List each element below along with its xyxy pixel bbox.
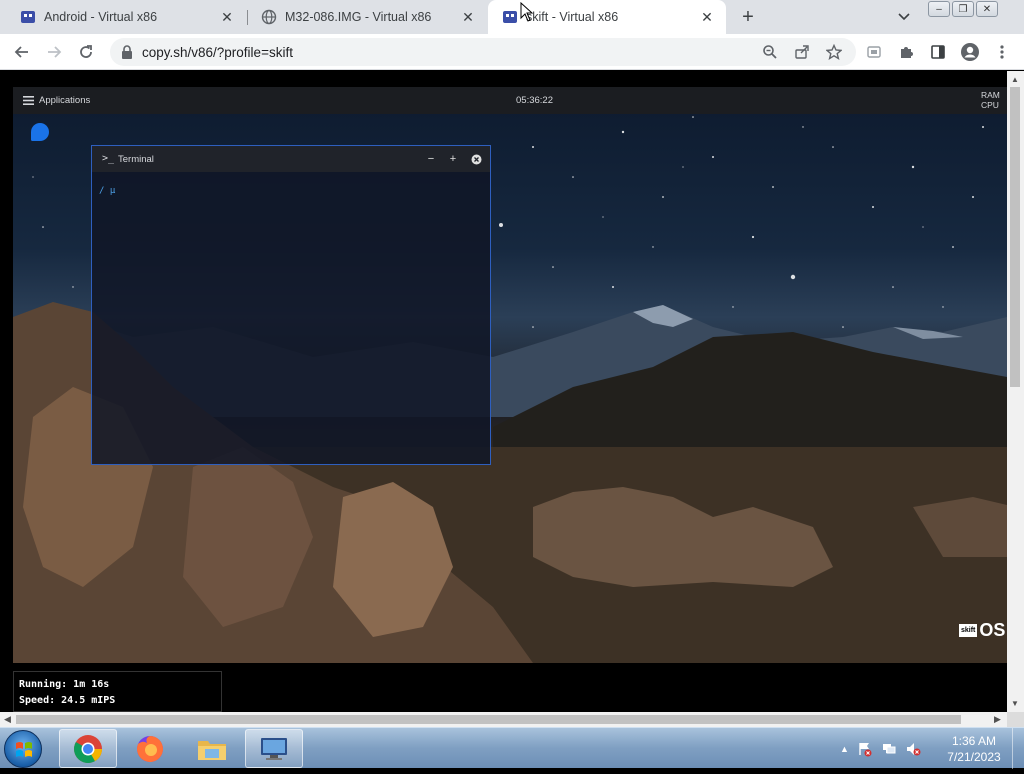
applications-menu-button[interactable]: Applications (23, 95, 90, 106)
scrollbar-corner (1007, 712, 1024, 727)
remote-desktop-icon (261, 737, 287, 760)
screen-capture-icon[interactable] (862, 40, 886, 64)
skift-os-logo: skift OS (959, 620, 1005, 641)
terminal-title: Terminal (118, 154, 154, 165)
maximize-button[interactable]: ❐ (952, 1, 974, 17)
terminal-close-icon[interactable] (468, 151, 484, 167)
show-desktop-button[interactable] (1012, 728, 1024, 769)
zoom-icon[interactable] (758, 40, 782, 64)
tab-title: M32-086.IMG - Virtual x86 (285, 10, 432, 24)
taskbar-time: 1:36 AM (951, 734, 997, 748)
system-tray: ▲ (840, 728, 921, 769)
ram-label: RAM (981, 90, 1000, 100)
terminal-prompt[interactable]: / µ (99, 186, 115, 196)
skift-top-panel: Applications 05:36:22 RAM CPU (13, 87, 1007, 114)
vertical-scrollbar[interactable]: ▲ ▼ (1007, 71, 1024, 712)
emulator-screen[interactable]: Applications 05:36:22 RAM CPU >_ Termina… (13, 87, 1007, 663)
reload-icon[interactable] (74, 40, 98, 64)
minimize-button[interactable]: – (928, 1, 950, 17)
firefox-icon (137, 735, 163, 762)
globe-icon (261, 9, 277, 25)
taskbar-date: 7/21/2023 (947, 750, 1001, 764)
show-hidden-icons-chevron-icon[interactable]: ▲ (840, 744, 849, 754)
side-panel-icon[interactable] (926, 40, 950, 64)
windows-logo-icon (16, 742, 32, 757)
terminal-window[interactable]: >_ Terminal − + / µ (91, 145, 491, 465)
running-time: Running: 1m 16s (19, 679, 110, 690)
windows-taskbar: ▲ 1:36 AM 7/21/2023 (0, 727, 1024, 769)
scroll-left-arrow-icon[interactable]: ◀ (4, 714, 11, 725)
scroll-down-arrow-icon[interactable]: ▼ (1011, 699, 1019, 708)
start-button[interactable] (4, 730, 42, 768)
tab-android[interactable]: Android - Virtual x86 ✕ (6, 0, 246, 34)
emulation-speed: Speed: 24.5 mIPS (19, 695, 116, 706)
folder-icon (198, 740, 226, 760)
skift-logo-box: skift (959, 624, 978, 637)
taskbar-firefox[interactable] (121, 729, 179, 768)
taskbar-chrome[interactable] (59, 729, 117, 768)
tab-title: skift - Virtual x86 (526, 10, 619, 24)
applications-label: Applications (39, 95, 91, 106)
address-bar[interactable]: copy.sh/v86/?profile=skift (110, 38, 856, 66)
v86-favicon-icon (502, 9, 518, 25)
forward-arrow-icon[interactable] (42, 40, 66, 64)
network-icon[interactable] (881, 741, 897, 757)
profile-avatar-icon[interactable] (958, 40, 982, 64)
more-menu-icon[interactable] (990, 40, 1014, 64)
emulator-status-box: Running: 1m 16s Speed: 24.5 mIPS (13, 671, 222, 712)
panel-clock: 05:36:22 (516, 95, 553, 106)
vertical-scroll-thumb[interactable] (1010, 87, 1020, 387)
action-center-flag-icon[interactable] (857, 741, 873, 757)
hamburger-menu-icon (23, 96, 34, 105)
horizontal-scrollbar[interactable]: ◀ ▶ (0, 712, 1007, 727)
back-arrow-icon[interactable] (10, 40, 34, 64)
volume-muted-icon[interactable] (905, 741, 921, 757)
taskbar-file-explorer[interactable] (183, 729, 241, 768)
skift-logo-os: OS (979, 620, 1006, 640)
bookmark-star-icon[interactable] (822, 40, 846, 64)
lock-icon (122, 45, 132, 59)
browser-toolbar: copy.sh/v86/?profile=skift (0, 34, 1024, 70)
tab-search-chevron-icon[interactable] (895, 8, 913, 26)
cpu-label: CPU (981, 100, 999, 110)
close-icon[interactable]: ✕ (698, 8, 716, 26)
terminal-icon: >_ (102, 153, 115, 164)
chrome-icon (74, 734, 102, 763)
scroll-up-arrow-icon[interactable]: ▲ (1011, 75, 1019, 84)
taskbar-remote-desktop[interactable] (245, 729, 303, 768)
tab-m32[interactable]: M32-086.IMG - Virtual x86 ✕ (247, 0, 487, 34)
mouse-cursor-icon (520, 2, 534, 22)
share-icon[interactable] (790, 40, 814, 64)
resource-monitor: RAM CPU (981, 90, 1000, 110)
scroll-right-arrow-icon[interactable]: ▶ (994, 714, 1001, 725)
taskbar-clock[interactable]: 1:36 AM 7/21/2023 (940, 733, 1008, 765)
v86-favicon-icon (20, 9, 36, 25)
close-window-button[interactable]: ✕ (976, 1, 998, 17)
tab-title: Android - Virtual x86 (44, 10, 158, 24)
terminal-maximize-icon[interactable]: + (445, 151, 461, 167)
horizontal-scroll-thumb[interactable] (16, 715, 961, 724)
url-text[interactable]: copy.sh/v86/?profile=skift (142, 45, 293, 60)
terminal-titlebar[interactable]: >_ Terminal − + (92, 146, 490, 172)
close-icon[interactable]: ✕ (459, 8, 477, 26)
extensions-puzzle-icon[interactable] (894, 40, 918, 64)
close-icon[interactable]: ✕ (218, 8, 236, 26)
terminal-minimize-icon[interactable]: − (423, 151, 439, 167)
tab-strip: Android - Virtual x86 ✕ M32-086.IMG - Vi… (0, 0, 1024, 34)
new-tab-button[interactable]: + (737, 6, 759, 28)
desktop-blue-icon[interactable] (31, 123, 49, 141)
window-controls: – ❐ ✕ (928, 1, 998, 17)
